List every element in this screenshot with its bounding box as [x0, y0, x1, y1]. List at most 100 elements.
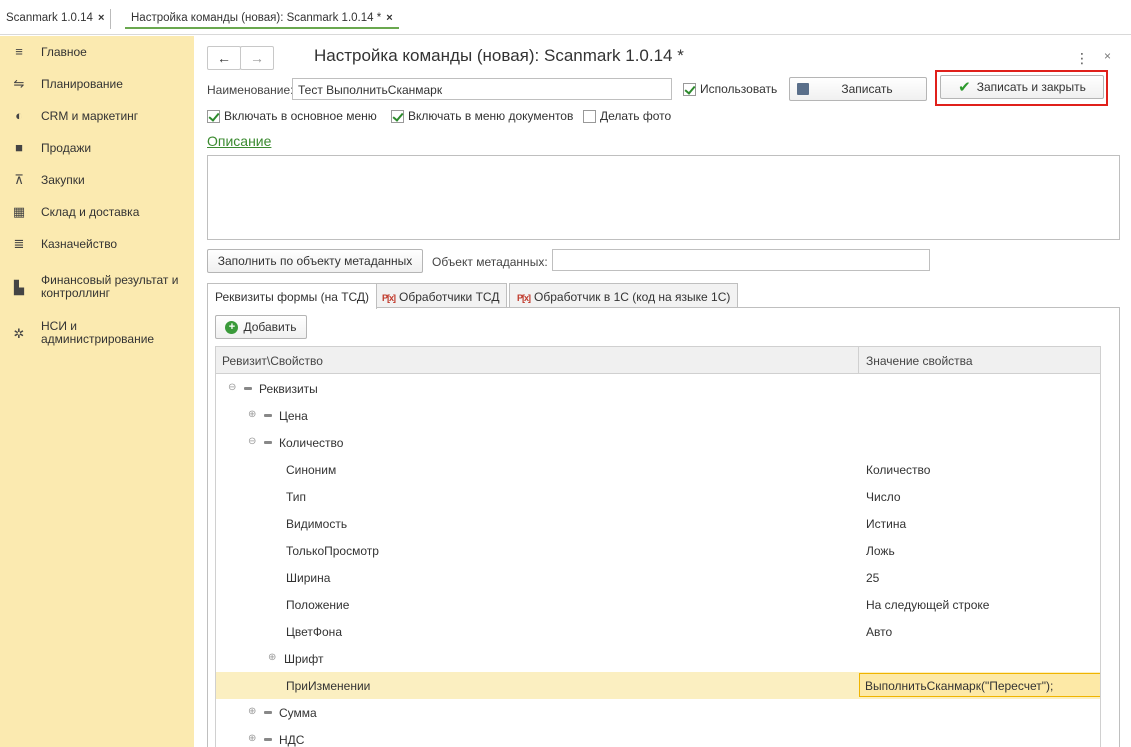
save-and-close-label: Записать и закрыть: [976, 80, 1086, 94]
back-button[interactable]: ←: [207, 46, 241, 70]
tab-form-attributes[interactable]: Реквизиты формы (на ТСД): [207, 283, 378, 309]
group-marker-icon: [264, 441, 272, 444]
use-checkbox[interactable]: Использовать: [683, 82, 777, 96]
metadata-label: Объект метаданных:: [432, 255, 548, 269]
fill-by-metadata-button[interactable]: Заполнить по объекту метаданных: [207, 249, 423, 273]
checkbox-checked-icon: [683, 82, 696, 96]
add-button[interactable]: + Добавить: [215, 315, 307, 339]
gear-icon: ✲: [13, 326, 25, 341]
sidebar-item-crm[interactable]: ◐ CRM и маркетинг: [0, 106, 194, 126]
property-name-cell: Синоним: [286, 463, 337, 477]
window-tab-scanmark[interactable]: Scanmark 1.0.14 ×: [0, 9, 112, 29]
save-and-close-button[interactable]: ✔ Записать и закрыть: [940, 75, 1104, 99]
sidebar-item-main[interactable]: ≡ Главное: [0, 42, 194, 62]
main-form: ← → Настройка команды (новая): Scanmark …: [194, 36, 1131, 747]
expand-icon[interactable]: ⊕: [248, 733, 256, 744]
expand-icon[interactable]: ⊕: [268, 652, 276, 663]
property-name-cell: Ширина: [286, 571, 331, 585]
handler-icon: P[x]: [517, 293, 531, 303]
checkbox-unchecked-icon: [583, 109, 596, 123]
window-tab-label: Настройка команды (новая): Scanmark 1.0.…: [131, 12, 382, 24]
property-value-cell: На следующей строке: [866, 598, 990, 612]
include-main-menu-checkbox[interactable]: Включать в основное меню: [207, 109, 377, 123]
forward-button[interactable]: →: [240, 46, 274, 70]
sidebar-item-label: Финансовый результат и контроллинг: [41, 273, 179, 300]
property-value-editor[interactable]: ВыполнитьСканмарк("Пересчет");: [859, 673, 1100, 697]
table-row[interactable]: Ширина 25: [216, 564, 1100, 591]
table-row[interactable]: ЦветФона Авто: [216, 618, 1100, 645]
description-textarea[interactable]: [207, 155, 1120, 240]
make-photo-label: Делать фото: [600, 109, 672, 123]
properties-tree-grid[interactable]: Ревизит\Свойство Значение свойства ⊖ Рекв…: [215, 346, 1101, 747]
table-row[interactable]: Видимость Истина: [216, 510, 1100, 537]
expand-icon[interactable]: ⊕: [248, 706, 256, 717]
table-row[interactable]: ТолькоПросмотр Ложь: [216, 537, 1100, 564]
sidebar-item-finance[interactable]: ▙ Финансовый результат и контроллинг: [0, 272, 194, 302]
sidebar-item-treasury[interactable]: ≣ Казначейство: [0, 234, 194, 254]
sidebar-item-planning[interactable]: ⇋ Планирование: [0, 74, 194, 94]
expand-icon[interactable]: ⊕: [248, 409, 256, 420]
tab-1c-handler[interactable]: P[x] Обработчик в 1С (код на языке 1С): [509, 283, 739, 308]
sidebar-item-warehouse[interactable]: ▦ Склад и доставка: [0, 202, 194, 222]
collapse-icon[interactable]: ⊖: [228, 382, 236, 393]
close-icon[interactable]: ×: [1104, 49, 1111, 63]
table-row[interactable]: Синоним Количество: [216, 456, 1100, 483]
property-name-cell: Реквизиты: [259, 382, 318, 396]
arrow-left-icon: ←: [217, 50, 231, 66]
table-row[interactable]: Тип Число: [216, 483, 1100, 510]
property-name-cell: Сумма: [279, 706, 317, 720]
property-name-cell: ЦветФона: [286, 625, 342, 639]
table-row[interactable]: ⊕ Шрифт: [216, 645, 1100, 672]
fill-by-metadata-label: Заполнить по объекту метаданных: [217, 254, 413, 268]
property-name-cell: Шрифт: [284, 652, 324, 666]
tab-label: Обработчик в 1С (код на языке 1С): [534, 290, 731, 304]
table-row[interactable]: ⊕ Цена: [216, 402, 1100, 429]
close-tab-icon[interactable]: ×: [98, 12, 104, 24]
description-link[interactable]: Описание: [207, 133, 271, 149]
property-value-cell: Истина: [866, 517, 907, 531]
group-marker-icon: [264, 738, 272, 741]
table-row[interactable]: ⊕ НДС: [216, 726, 1100, 747]
property-value-cell: Число: [866, 490, 901, 504]
table-row[interactable]: ⊕ Сумма: [216, 699, 1100, 726]
sales-bag-icon: ■: [15, 140, 23, 155]
table-row[interactable]: ⊖ Количество: [216, 429, 1100, 456]
group-marker-icon: [264, 414, 272, 417]
sidebar-item-purchases[interactable]: ⊼ Закупки: [0, 170, 194, 190]
property-name-cell: ПриИзменении: [286, 679, 371, 693]
collapse-icon[interactable]: ⊖: [248, 436, 256, 447]
metadata-input[interactable]: [552, 249, 930, 271]
crm-icon: ◐: [15, 108, 23, 123]
column-divider: [858, 347, 859, 374]
table-row-selected[interactable]: ПриИзменении ВыполнитьСканмарк("Пересчет"…: [216, 672, 1100, 699]
more-icon[interactable]: ⋮: [1075, 50, 1089, 67]
tab-tsd-handlers[interactable]: P[x] Обработчики ТСД: [374, 283, 508, 308]
save-button[interactable]: Записать: [789, 77, 927, 101]
table-row[interactable]: Положение На следующей строке: [216, 591, 1100, 618]
window-tab-bar: Scanmark 1.0.14 × Настройка команды (нова…: [0, 0, 1131, 35]
make-photo-checkbox[interactable]: Делать фото: [583, 109, 671, 123]
name-input[interactable]: Тест ВыполнитьСканмарк: [292, 78, 672, 100]
table-row[interactable]: ⊖ Реквизиты: [216, 375, 1100, 402]
page-title: Настройка команды (новая): Scanmark 1.0.…: [314, 46, 684, 65]
arrow-right-icon: →: [250, 50, 264, 66]
include-docs-menu-checkbox[interactable]: Включать в меню документов: [391, 109, 573, 123]
window-tab-command-settings[interactable]: Настройка команды (новая): Scanmark 1.0.…: [125, 9, 399, 29]
menu-icon: ≡: [15, 44, 23, 59]
floppy-disk-icon: [797, 83, 809, 95]
tab-label: Обработчики ТСД: [399, 290, 500, 304]
save-button-label: Записать: [841, 82, 893, 96]
sidebar-item-label: Казначейство: [41, 237, 118, 251]
property-value-cell: 25: [866, 571, 880, 585]
sidebar-item-admin[interactable]: ✲ НСИ и администрирование: [0, 318, 194, 348]
add-button-label: Добавить: [243, 320, 297, 334]
column-header-value[interactable]: Значение свойства: [866, 354, 973, 368]
warehouse-icon: ▦: [12, 204, 26, 219]
property-name-cell: Видимость: [286, 517, 348, 531]
close-tab-icon[interactable]: ×: [386, 12, 392, 24]
sidebar-item-sales[interactable]: ■ Продажи: [0, 138, 194, 158]
column-header-property[interactable]: Ревизит\Свойство: [222, 354, 323, 368]
sidebar-item-label: Планирование: [41, 77, 123, 91]
group-marker-icon: [244, 387, 252, 390]
checkbox-checked-icon: [391, 109, 404, 123]
